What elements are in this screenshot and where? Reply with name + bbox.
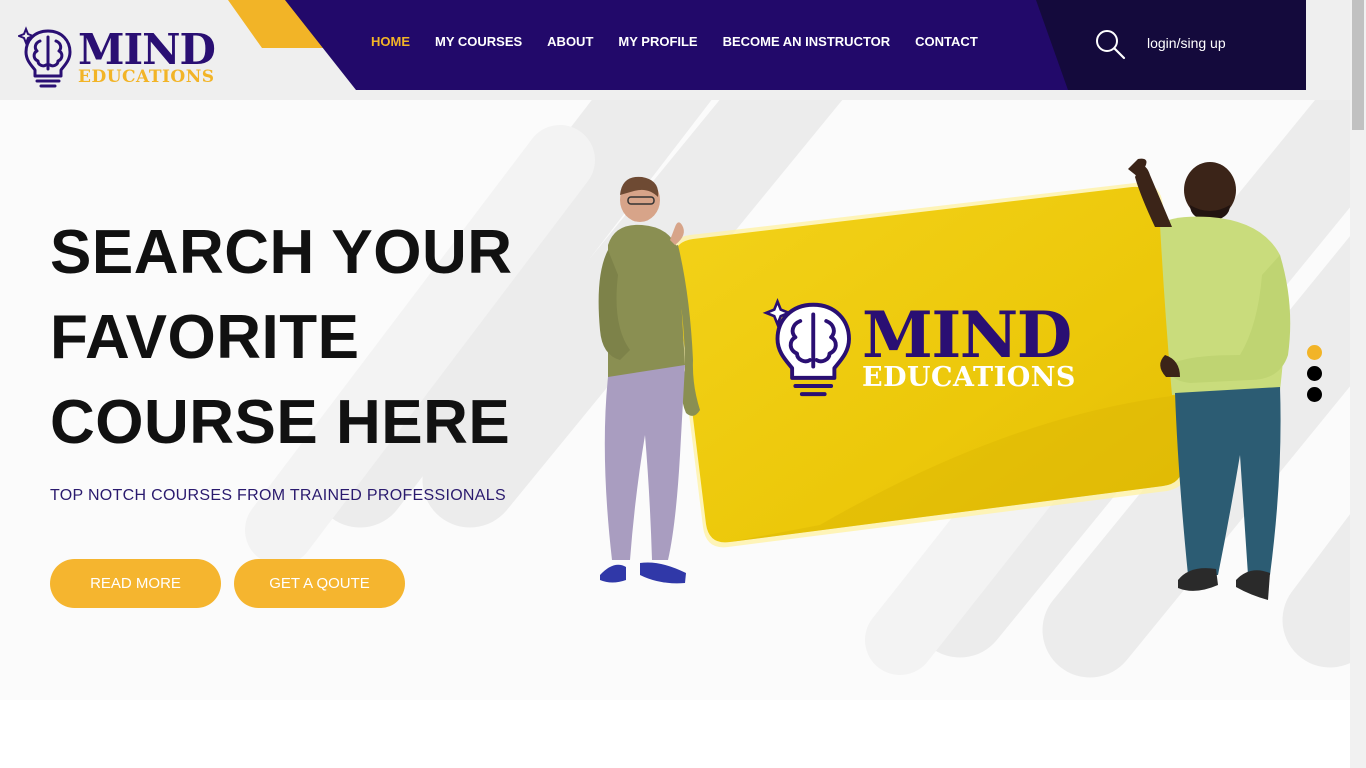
lightbulb-brain-icon: [762, 297, 851, 397]
nav-item-about[interactable]: ABOUT: [547, 34, 593, 49]
logo-tagline: EDUCATIONS: [78, 66, 215, 87]
nav-item-my-profile[interactable]: MY PROFILE: [618, 34, 697, 49]
get-quote-button[interactable]: GET A QOUTE: [234, 559, 405, 608]
hero-title: SEARCH YOUR FAVORITE COURSE HERE: [50, 218, 513, 457]
slider-dot-2[interactable]: [1307, 366, 1322, 381]
nav-item-my-courses[interactable]: MY COURSES: [435, 34, 522, 49]
nav-item-become-instructor[interactable]: BECOME AN INSTRUCTOR: [723, 34, 891, 49]
slider-dot-1[interactable]: [1307, 345, 1322, 360]
card-logo: MIND EDUCATIONS: [762, 295, 1076, 399]
main-nav: HOME MY COURSES ABOUT MY PROFILE BECOME …: [371, 34, 1003, 49]
login-signup-link[interactable]: login/sing up: [1147, 35, 1226, 51]
hero-section: SEARCH YOUR FAVORITE COURSE HERE TOP NOT…: [0, 100, 1350, 700]
site-header: MIND EDUCATIONS HOME MY COURSES ABOUT MY…: [0, 0, 1350, 100]
slider-dots: [1307, 345, 1322, 402]
card-logo-name: MIND: [862, 297, 1072, 373]
site-logo[interactable]: MIND EDUCATIONS: [18, 24, 218, 90]
logo-name: MIND: [78, 24, 216, 74]
slider-dot-3[interactable]: [1307, 387, 1322, 402]
page-content-below: [0, 700, 1350, 768]
card-logo-tagline: EDUCATIONS: [862, 361, 1076, 393]
search-icon[interactable]: [1094, 28, 1126, 60]
vertical-scrollbar[interactable]: [1350, 0, 1366, 768]
lightbulb-brain-icon: [18, 26, 72, 88]
scrollbar-thumb[interactable]: [1352, 0, 1364, 130]
read-more-button[interactable]: READ MORE: [50, 559, 221, 608]
nav-item-home[interactable]: HOME: [371, 34, 410, 49]
nav-item-contact[interactable]: CONTACT: [915, 34, 978, 49]
hero-subtitle: TOP NOTCH COURSES FROM TRAINED PROFESSIO…: [50, 487, 506, 504]
